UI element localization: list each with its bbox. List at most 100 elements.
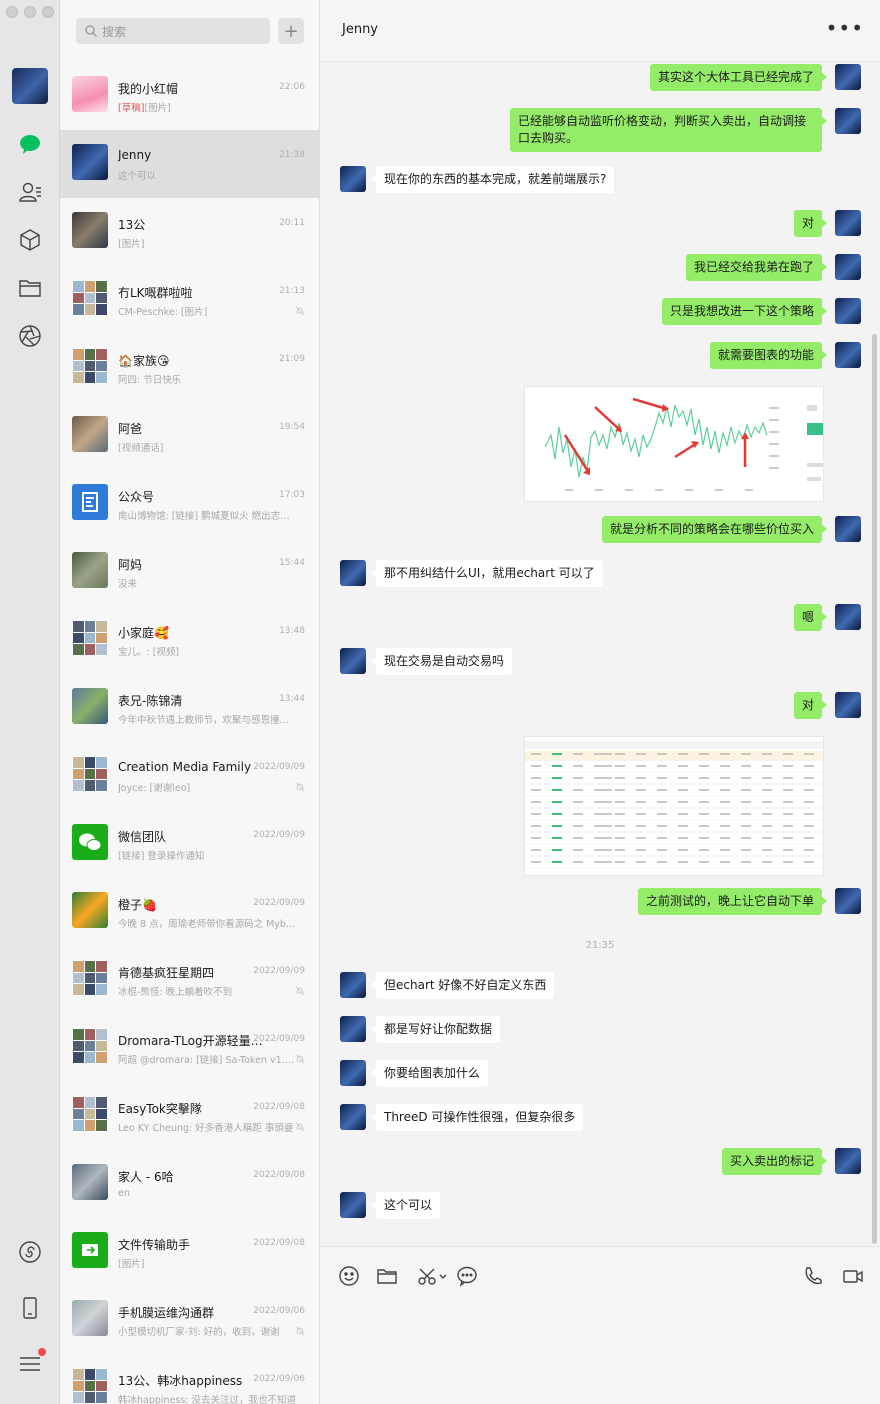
contact-message-avatar[interactable] [340, 166, 366, 192]
more-options-button[interactable]: ••• [826, 16, 864, 40]
message-bubble[interactable]: 现在你的东西的基本完成，就差前端展示? [370, 166, 615, 193]
conversation-item[interactable]: Dromara-TLog开源轻量级日志2022/09/09 阿超 @dromara… [60, 1014, 319, 1082]
message-bubble[interactable]: 那不用纠结什么UI，就用echart 可以了 [371, 560, 603, 587]
send-file-button[interactable] [376, 1265, 398, 1287]
voice-call-button[interactable] [802, 1265, 824, 1287]
my-message-avatar[interactable] [835, 108, 861, 134]
conversation-name: 公众号 [118, 490, 155, 504]
conversation-item[interactable]: 公众号 17:03 南山博物馆: [链接] 鹏城夏似火 燃出志愿花 [60, 470, 319, 538]
contacts-nav-button[interactable] [16, 178, 44, 206]
contact-message-avatar[interactable] [340, 972, 366, 998]
message-bubble[interactable]: 都是写好让你配数据 [370, 1016, 501, 1043]
table-screenshot-image[interactable] [524, 736, 824, 876]
message-bubble[interactable]: 就是分析不同的策略会在哪些价位买入 [601, 516, 828, 543]
message-bubble[interactable]: 但echart 好像不好自定义东西 [370, 972, 555, 999]
contact-message-avatar[interactable] [340, 1104, 366, 1130]
my-message-avatar[interactable] [835, 298, 861, 324]
conversation-item[interactable]: 13公 20:11 [图片] [60, 198, 319, 266]
contact-message-avatar[interactable] [340, 1060, 366, 1086]
sent-message: 对 [320, 692, 880, 722]
moments-nav-button[interactable] [16, 322, 44, 350]
conversation-item[interactable]: Jenny 21:38 这个可以 [60, 130, 319, 198]
conversation-item[interactable]: 肯德基疯狂星期四 2022/09/09 冰棍-熊怪: 晚上躺着吹不到 [60, 946, 319, 1014]
chats-nav-button[interactable] [16, 130, 44, 158]
chat-pane: Jenny ••• 其实这个大体工具已经完成了 已经能够自动监听价格变动，判断买… [320, 0, 880, 1404]
conversation-avatar [72, 144, 108, 180]
my-message-avatar[interactable] [835, 210, 861, 236]
message-bubble[interactable]: 对 [793, 210, 828, 237]
favorites-nav-button[interactable] [16, 226, 44, 254]
my-message-avatar[interactable] [835, 342, 861, 368]
contact-message-avatar[interactable] [340, 1016, 366, 1042]
conversation-name: 肯德基疯狂星期四 [118, 966, 215, 980]
message-bubble[interactable]: 现在交易是自动交易吗 [370, 648, 513, 675]
message-bubble[interactable]: 我已经交给我弟在跑了 [685, 254, 828, 281]
contact-message-avatar[interactable] [340, 648, 366, 674]
contact-message-avatar[interactable] [340, 560, 366, 586]
message-bubble[interactable]: 买入卖出的标记 [721, 1148, 828, 1175]
conversation-item[interactable]: 小家庭🥰 13:48 宝儿。: [视频] [60, 606, 319, 674]
conversation-item[interactable]: 表兄-陈锦清 13:44 今年中秋节遇上教师节，欢聚与感恩撞个满怀 [60, 674, 319, 742]
chart-screenshot-image[interactable] [524, 386, 824, 502]
phone-nav-button[interactable] [16, 1294, 44, 1322]
conversation-avatar [72, 552, 108, 588]
maximize-window-button[interactable] [42, 6, 54, 18]
conversation-item[interactable]: 文件传输助手 2022/09/08 [图片] [60, 1218, 319, 1286]
conversation-time: 2022/09/09 [253, 1034, 305, 1044]
conversation-item[interactable]: Creation Media Family 2022/09/09 Joyce: [谢… [60, 742, 319, 810]
message-bubble[interactable]: ThreeD 可操作性很强，但复杂很多 [370, 1104, 584, 1131]
my-message-avatar[interactable] [835, 516, 861, 542]
emoji-button[interactable] [338, 1265, 360, 1287]
mini-programs-nav-button[interactable] [16, 1238, 44, 1266]
add-chat-button[interactable]: + [278, 18, 304, 44]
conversation-item[interactable]: 手机膜运维沟通群 2022/09/06 小型模切机厂家-刘: 好的，收到，谢谢 [60, 1286, 319, 1354]
conversation-item[interactable]: 橙子🍓 2022/09/09 今晚 8 点，周瑜老师带你看源码之 Mybatis源码 [60, 878, 319, 946]
files-nav-button[interactable] [16, 274, 44, 302]
message-bubble[interactable]: 其实这个大体工具已经完成了 [649, 64, 828, 91]
conversation-name: Jenny [118, 148, 152, 162]
message-bubble[interactable]: 之前测试的，晚上让它自动下单 [637, 888, 828, 915]
message-list[interactable]: 其实这个大体工具已经完成了已经能够自动监听价格变动，判断买入卖出，自动调接口去购… [320, 62, 880, 1246]
conversation-name: 手机膜运维沟通群 [118, 1306, 215, 1320]
my-message-avatar[interactable] [835, 64, 861, 90]
search-box[interactable]: 搜索 [76, 18, 270, 44]
my-avatar[interactable] [12, 68, 48, 104]
contact-message-avatar[interactable] [340, 1192, 366, 1218]
conversation-item[interactable]: 🏠家族😘 21:09 阿四: 节日快乐 [60, 334, 319, 402]
message-bubble[interactable]: 你要给图表加什么 [370, 1060, 489, 1087]
folder-icon [377, 1269, 397, 1284]
message-bubble[interactable]: 已经能够自动监听价格变动，判断买入卖出，自动调接口去购买。 [510, 108, 827, 152]
chat-history-button[interactable] [456, 1265, 478, 1287]
my-message-avatar[interactable] [835, 888, 861, 914]
message-bubble[interactable]: 只是我想改进一下这个策略 [661, 298, 828, 325]
conversation-item[interactable]: 13公、韩冰happiness 2022/09/06 韩冰happiness: 没去… [60, 1354, 319, 1404]
message-bubble[interactable]: 就需要图表的功能 [709, 342, 828, 369]
conversation-item[interactable]: 阿妈 15:44 没来 [60, 538, 319, 606]
my-message-avatar[interactable] [835, 1148, 861, 1174]
conversation-item[interactable]: EasyTok突擊隊 2022/09/08 Leo KY Cheung: 好多香港人… [60, 1082, 319, 1150]
my-message-avatar[interactable] [835, 254, 861, 280]
conversation-name: 🏠家族😘 [118, 354, 170, 368]
conversation-item[interactable]: 我的小红帽 22:06 [草稿][图片] [60, 62, 319, 130]
conversation-item[interactable]: 冇LK嘅群啦啦 21:13 CM-Peschke: [图片] [60, 266, 319, 334]
screenshot-button[interactable] [416, 1265, 450, 1287]
menu-nav-button[interactable] [16, 1348, 46, 1378]
message-bubble[interactable]: 对 [793, 692, 828, 719]
conversation-name: Creation Media Family [118, 760, 252, 774]
my-message-avatar[interactable] [835, 604, 861, 630]
conversation-avatar [72, 1028, 108, 1064]
close-window-button[interactable] [6, 6, 18, 18]
my-message-avatar[interactable] [835, 692, 861, 718]
message-composer[interactable] [320, 1246, 880, 1404]
video-call-button[interactable] [842, 1265, 864, 1287]
received-message: 都是写好让你配数据 [320, 1016, 880, 1046]
minimize-window-button[interactable] [24, 6, 36, 18]
muted-bell-icon [295, 306, 305, 316]
message-bubble[interactable]: 这个可以 [370, 1192, 441, 1219]
conversation-item[interactable]: 阿爸 19:54 [视频通话] [60, 402, 319, 470]
conversation-item[interactable]: 家人 - 6哈 2022/09/08 en [60, 1150, 319, 1218]
conversation-item[interactable]: 微信团队 2022/09/09 [链接] 登录操作通知 [60, 810, 319, 878]
message-scrollbar[interactable] [872, 334, 877, 1244]
conversation-avatar [72, 1096, 108, 1132]
message-bubble[interactable]: 嗯 [793, 604, 828, 631]
